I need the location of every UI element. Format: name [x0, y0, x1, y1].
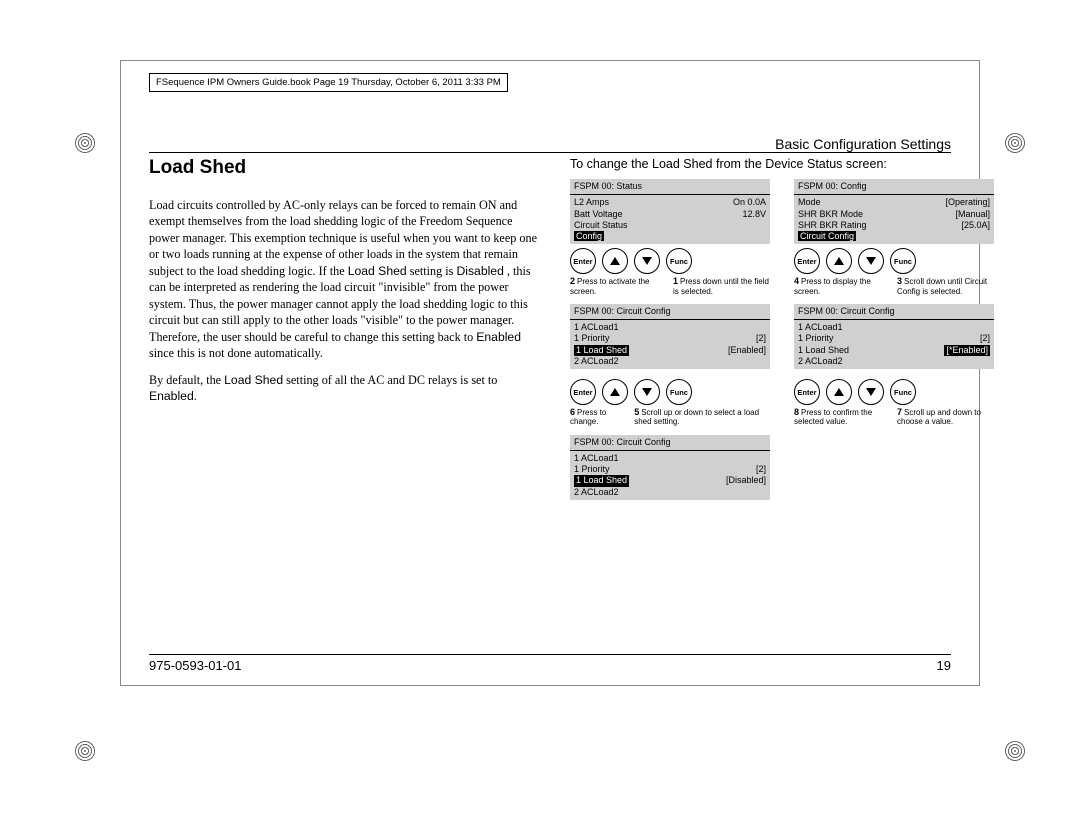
button-row: Enter Func: [794, 248, 994, 274]
header-rule: [149, 152, 951, 153]
down-icon: [866, 388, 876, 396]
page-frame: FSequence IPM Owners Guide.book Page 19 …: [120, 60, 980, 686]
body-para-1: Load circuits controlled by AC-only rela…: [149, 197, 544, 362]
down-button[interactable]: [634, 248, 660, 274]
scan-meta: FSequence IPM Owners Guide.book Page 19 …: [149, 73, 508, 92]
enter-button[interactable]: Enter: [570, 248, 596, 274]
down-button[interactable]: [858, 379, 884, 405]
func-button[interactable]: Func: [890, 248, 916, 274]
down-button[interactable]: [858, 248, 884, 274]
header-section: Basic Configuration Settings: [149, 136, 951, 152]
func-button[interactable]: Func: [890, 379, 916, 405]
func-button[interactable]: Func: [666, 248, 692, 274]
up-button[interactable]: [826, 379, 852, 405]
enter-button[interactable]: Enter: [570, 379, 596, 405]
page-footer: 975-0593-01-01 19: [149, 654, 951, 673]
enter-button[interactable]: Enter: [794, 248, 820, 274]
down-icon: [642, 257, 652, 265]
device-screen-circuit-config-3: FSPM 00: Circuit Config 1 ACLoad1 1 Prio…: [570, 435, 770, 500]
up-button[interactable]: [826, 248, 852, 274]
device-screen-circuit-config-1: FSPM 00: Circuit Config 1 ACLoad1 1 Prio…: [570, 304, 770, 369]
up-button[interactable]: [602, 379, 628, 405]
step-text: 2Press to activate the screen. 1Press do…: [570, 276, 770, 296]
body-para-2: By default, the Load Shed setting of all…: [149, 372, 544, 405]
step-text: 4Press to display the screen. 3Scroll do…: [794, 276, 994, 296]
page-number: 19: [937, 658, 951, 673]
change-line: To change the Load Shed from the Device …: [570, 157, 994, 171]
down-icon: [866, 257, 876, 265]
enter-button[interactable]: Enter: [794, 379, 820, 405]
deco-dot: [74, 740, 96, 762]
up-icon: [834, 388, 844, 396]
func-button[interactable]: Func: [666, 379, 692, 405]
up-icon: [834, 257, 844, 265]
button-row: Enter Func: [570, 248, 770, 274]
step-text: 6Press to change. 5Scroll up or down to …: [570, 407, 770, 427]
button-row: Enter Func: [570, 379, 770, 405]
down-button[interactable]: [634, 379, 660, 405]
up-icon: [610, 257, 620, 265]
button-row: Enter Func: [794, 379, 994, 405]
deco-dot: [74, 132, 96, 154]
device-screen-config: FSPM 00: Config Mode[Operating] SHR BKR …: [794, 179, 994, 244]
deco-dot: [1004, 132, 1026, 154]
device-screen-circuit-config-2: FSPM 00: Circuit Config 1 ACLoad1 1 Prio…: [794, 304, 994, 369]
device-screen-status: FSPM 00: Status L2 AmpsOn 0.0A Batt Volt…: [570, 179, 770, 244]
up-icon: [610, 388, 620, 396]
up-button[interactable]: [602, 248, 628, 274]
deco-dot: [1004, 740, 1026, 762]
section-title: Load Shed: [149, 157, 544, 179]
down-icon: [642, 388, 652, 396]
doc-number: 975-0593-01-01: [149, 658, 242, 673]
step-text: 8Press to confirm the selected value. 7S…: [794, 407, 994, 427]
